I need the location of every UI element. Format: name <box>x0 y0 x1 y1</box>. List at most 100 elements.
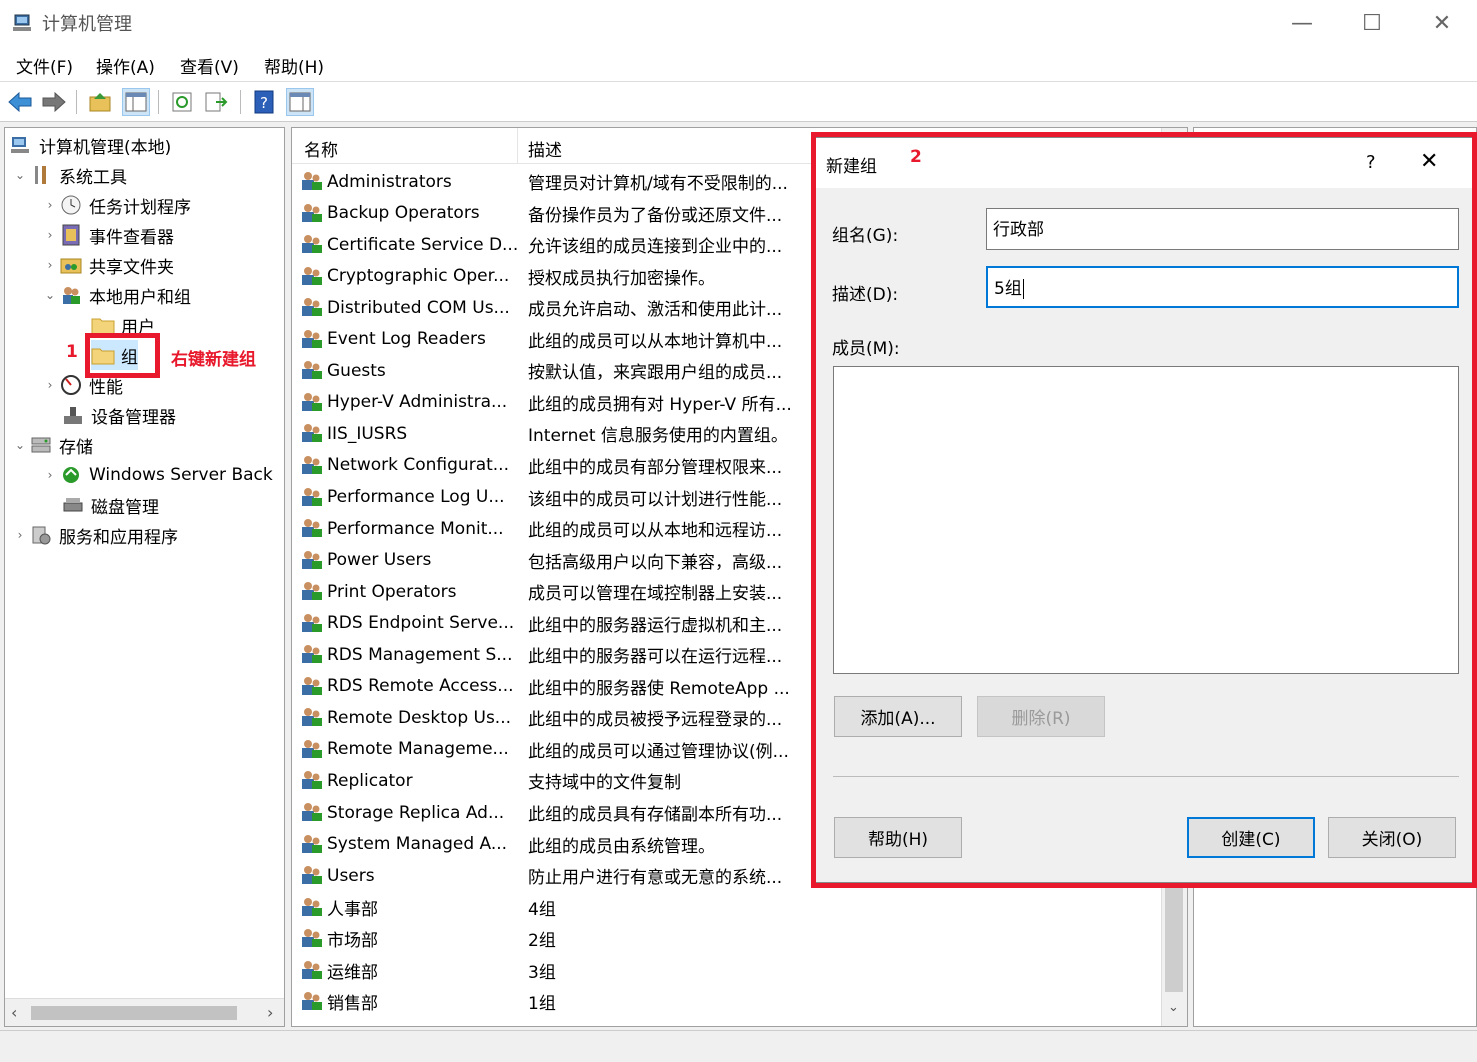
group-icon <box>300 233 324 255</box>
group-icon <box>300 738 324 760</box>
scroll-right-icon[interactable]: › <box>267 1003 273 1022</box>
group-icon <box>300 833 324 855</box>
group-icon <box>300 706 324 728</box>
group-icon <box>300 990 324 1012</box>
tree-item-local-users-groups[interactable]: ⌄ 本地用户和组 <box>41 280 191 310</box>
group-name: 市场部 <box>327 931 378 952</box>
tree-item-services-apps[interactable]: › 服务和应用程序 <box>11 520 178 550</box>
group-name: 运维部 <box>327 962 378 983</box>
annotation-step1: 1 <box>66 342 78 362</box>
chevron-down-icon[interactable]: ⌄ <box>41 288 59 302</box>
group-name: Performance Log U... <box>327 487 505 507</box>
event-viewer-icon <box>59 224 83 246</box>
group-name: Replicator <box>327 770 413 791</box>
group-description: Internet 信息服务使用的内置组。 <box>528 426 788 447</box>
tree-item-disk-management[interactable]: 磁盘管理 <box>61 490 159 520</box>
group-row[interactable]: 市场部 2组 <box>292 923 1161 954</box>
group-icon <box>300 801 324 823</box>
group-name: Performance Monit... <box>327 518 504 539</box>
group-description: 此组的成员由系统管理。 <box>528 836 715 857</box>
tree-item-event-viewer[interactable]: › 事件查看器 <box>41 220 174 250</box>
tree-label: 设备管理器 <box>91 407 176 428</box>
computer-management-icon <box>13 14 31 31</box>
group-name: Guests <box>327 360 386 381</box>
group-description: 支持域中的文件复制 <box>528 773 681 794</box>
tree-label: Windows Server Back <box>89 465 273 485</box>
group-description: 成员允许启动、激活和使用此计... <box>528 300 783 321</box>
group-icon <box>300 296 324 318</box>
computer-management-icon <box>9 134 33 156</box>
show-hide-tree-icon[interactable] <box>122 88 150 116</box>
minimize-button[interactable]: — <box>1267 0 1337 46</box>
group-name: 人事部 <box>327 899 378 920</box>
group-row[interactable]: 人事部 4组 <box>292 892 1161 923</box>
chevron-right-icon[interactable]: › <box>11 528 29 542</box>
group-description: 2组 <box>528 931 556 952</box>
horizontal-scrollbar[interactable]: ‹ › <box>5 998 284 1026</box>
group-description: 此组中的服务器可以在运行远程... <box>528 647 783 668</box>
group-icon <box>300 959 324 981</box>
tree-item-shared-folders[interactable]: › 共享文件夹 <box>41 250 174 280</box>
chevron-right-icon[interactable]: › <box>41 378 59 392</box>
group-row[interactable]: 销售部 1组 <box>292 986 1161 1017</box>
close-window-button[interactable]: ✕ <box>1407 0 1477 46</box>
performance-icon <box>59 374 83 396</box>
group-icon <box>300 486 324 508</box>
group-icon <box>300 359 324 381</box>
group-name: RDS Endpoint Serve... <box>327 613 515 634</box>
tree-item-storage[interactable]: ⌄ 存储 <box>11 430 93 460</box>
tree-label: 磁盘管理 <box>91 497 159 518</box>
tree-label: 计算机管理(本地) <box>39 137 172 158</box>
tree-item-root[interactable]: 计算机管理(本地) <box>9 130 171 160</box>
group-icon <box>300 580 324 602</box>
back-arrow-icon[interactable] <box>6 88 34 116</box>
group-description: 此组的成员拥有对 Hyper-V 所有... <box>528 394 792 415</box>
group-description: 允许该组的成员连接到企业中的... <box>528 237 783 258</box>
menu-file[interactable]: 文件(F) <box>16 53 73 78</box>
scroll-down-icon[interactable]: ⌄ <box>1168 1000 1179 1015</box>
chevron-down-icon[interactable]: ⌄ <box>11 168 29 182</box>
shared-folder-icon <box>59 254 83 276</box>
annotation-box-groups <box>85 333 160 378</box>
maximize-button[interactable]: ☐ <box>1337 0 1407 46</box>
column-header-name[interactable]: 名称 <box>304 136 338 161</box>
tree-label: 共享文件夹 <box>89 257 174 278</box>
forward-arrow-icon[interactable] <box>40 88 68 116</box>
group-icon <box>300 769 324 791</box>
scroll-left-icon[interactable]: ‹ <box>11 1003 17 1022</box>
action-pane-icon[interactable] <box>286 88 314 116</box>
chevron-right-icon[interactable]: › <box>41 258 59 272</box>
group-name: Distributed COM Us... <box>327 297 510 318</box>
group-row[interactable]: 运维部 3组 <box>292 955 1161 986</box>
group-name: IIS_IUSRS <box>327 423 408 444</box>
tree-item-task-scheduler[interactable]: › 任务计划程序 <box>41 190 191 220</box>
group-icon <box>300 612 324 634</box>
refresh-icon[interactable] <box>168 88 196 116</box>
chevron-down-icon[interactable]: ⌄ <box>11 438 29 452</box>
tree-item-system-tools[interactable]: ⌄ 系统工具 <box>11 160 127 190</box>
group-icon <box>300 202 324 224</box>
export-list-icon[interactable] <box>202 88 230 116</box>
annotation-step2: 2 <box>910 147 922 167</box>
chevron-right-icon[interactable]: › <box>41 228 59 242</box>
chevron-right-icon[interactable]: › <box>41 198 59 212</box>
help-icon[interactable]: ? <box>250 88 278 116</box>
menu-help[interactable]: 帮助(H) <box>264 53 324 78</box>
chevron-right-icon[interactable]: › <box>41 468 59 482</box>
group-name: Remote Desktop Us... <box>327 707 512 728</box>
group-description: 3组 <box>528 962 556 983</box>
users-group-icon <box>59 284 83 306</box>
column-header-description[interactable]: 描述 <box>528 136 562 161</box>
menu-view[interactable]: 查看(V) <box>180 53 239 78</box>
group-icon <box>300 265 324 287</box>
menu-action[interactable]: 操作(A) <box>96 53 155 78</box>
title-bar: 计算机管理 — ☐ ✕ <box>0 0 1477 46</box>
up-folder-icon[interactable] <box>86 88 114 116</box>
tree-item-device-manager[interactable]: 设备管理器 <box>61 400 176 430</box>
tree-item-windows-server-backup[interactable]: › Windows Server Back <box>41 460 273 490</box>
group-description: 1组 <box>528 994 556 1015</box>
tree-label: 服务和应用程序 <box>59 527 178 548</box>
scrollbar-thumb[interactable] <box>31 1006 237 1020</box>
group-name: Print Operators <box>327 581 457 602</box>
tree-label: 事件查看器 <box>89 227 174 248</box>
